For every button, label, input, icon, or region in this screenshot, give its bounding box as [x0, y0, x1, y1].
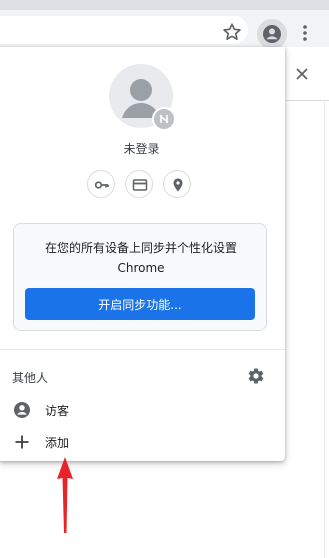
sync-paused-badge	[152, 107, 176, 131]
bookmark-star-icon[interactable]	[221, 21, 243, 43]
sync-off-icon	[159, 115, 169, 123]
address-bar[interactable]	[0, 16, 248, 44]
account-circle-icon	[263, 25, 281, 43]
sync-promo-line2: Chrome	[117, 261, 165, 275]
sync-promo-card: 在您的所有设备上同步并个性化设置 Chrome 开启同步功能...	[13, 223, 267, 331]
gear-icon[interactable]	[247, 367, 265, 385]
guest-profile-item[interactable]: 访客	[0, 396, 285, 424]
profile-menu-panel: 未登录 在您的所有设备上同步并个性化设置 Chrome 开启同步功能... 其他…	[0, 47, 285, 461]
credit-card-icon	[132, 179, 148, 191]
tab-strip	[0, 0, 329, 10]
other-people-heading: 其他人	[12, 371, 49, 385]
profile-avatar-button[interactable]	[257, 19, 287, 49]
add-profile-label: 添加	[45, 436, 70, 450]
annotation-arrow-icon	[57, 457, 73, 533]
location-pin-icon	[173, 178, 183, 192]
side-panel-divider	[324, 100, 325, 558]
plus-icon	[15, 435, 29, 449]
more-menu-icon[interactable]	[298, 22, 312, 44]
passwords-button[interactable]	[87, 170, 115, 198]
section-divider	[0, 349, 285, 350]
key-icon	[94, 181, 109, 189]
person-icon	[14, 402, 30, 418]
sync-promo-line1: 在您的所有设备上同步并个性化设置	[44, 241, 237, 255]
sign-in-status: 未登录	[123, 142, 160, 156]
close-icon[interactable]	[294, 66, 310, 82]
browser-toolbar	[0, 10, 329, 49]
add-profile-item[interactable]: 添加	[0, 428, 285, 456]
turn-on-sync-button[interactable]: 开启同步功能...	[25, 288, 255, 320]
sync-promo-text: 在您的所有设备上同步并个性化设置 Chrome	[14, 238, 268, 278]
payment-methods-button[interactable]	[125, 170, 153, 198]
addresses-button[interactable]	[163, 170, 191, 198]
guest-profile-label: 访客	[45, 404, 70, 418]
